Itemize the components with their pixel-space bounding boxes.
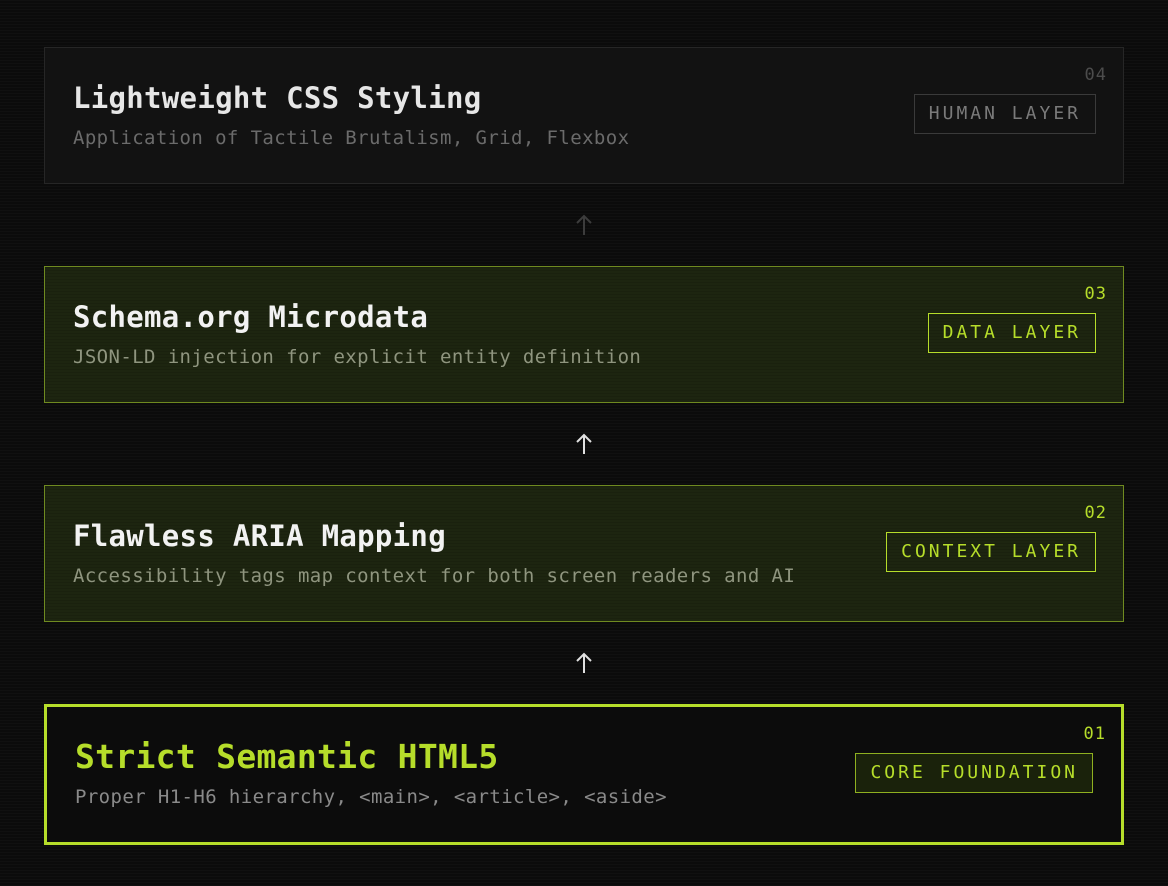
layer-number: 03 xyxy=(1084,284,1107,304)
arrow-up-icon xyxy=(576,433,592,454)
arrow-up-icon xyxy=(576,214,592,235)
layer-card-context: 02 Flawless ARIA Mapping Accessibility t… xyxy=(44,485,1124,622)
layer-card-core: 01 Strict Semantic HTML5 Proper H1-H6 hi… xyxy=(44,704,1124,845)
layer-tag: DATA LAYER xyxy=(927,313,1096,353)
layer-number: 02 xyxy=(1084,503,1107,523)
layer-card-data: 03 Schema.org Microdata JSON-LD injectio… xyxy=(44,266,1124,403)
layer-stack: 04 Lightweight CSS Styling Application o… xyxy=(44,47,1124,845)
connector xyxy=(44,184,1124,266)
layer-tag: CORE FOUNDATION xyxy=(855,753,1093,793)
layer-number: 04 xyxy=(1084,65,1107,85)
layer-number: 01 xyxy=(1083,724,1106,744)
layer-card-human: 04 Lightweight CSS Styling Application o… xyxy=(44,47,1124,184)
layer-tag: CONTEXT LAYER xyxy=(886,532,1096,572)
layer-tag: HUMAN LAYER xyxy=(913,94,1096,134)
arrow-up-icon xyxy=(576,652,592,673)
connector xyxy=(44,403,1124,485)
connector xyxy=(44,622,1124,704)
